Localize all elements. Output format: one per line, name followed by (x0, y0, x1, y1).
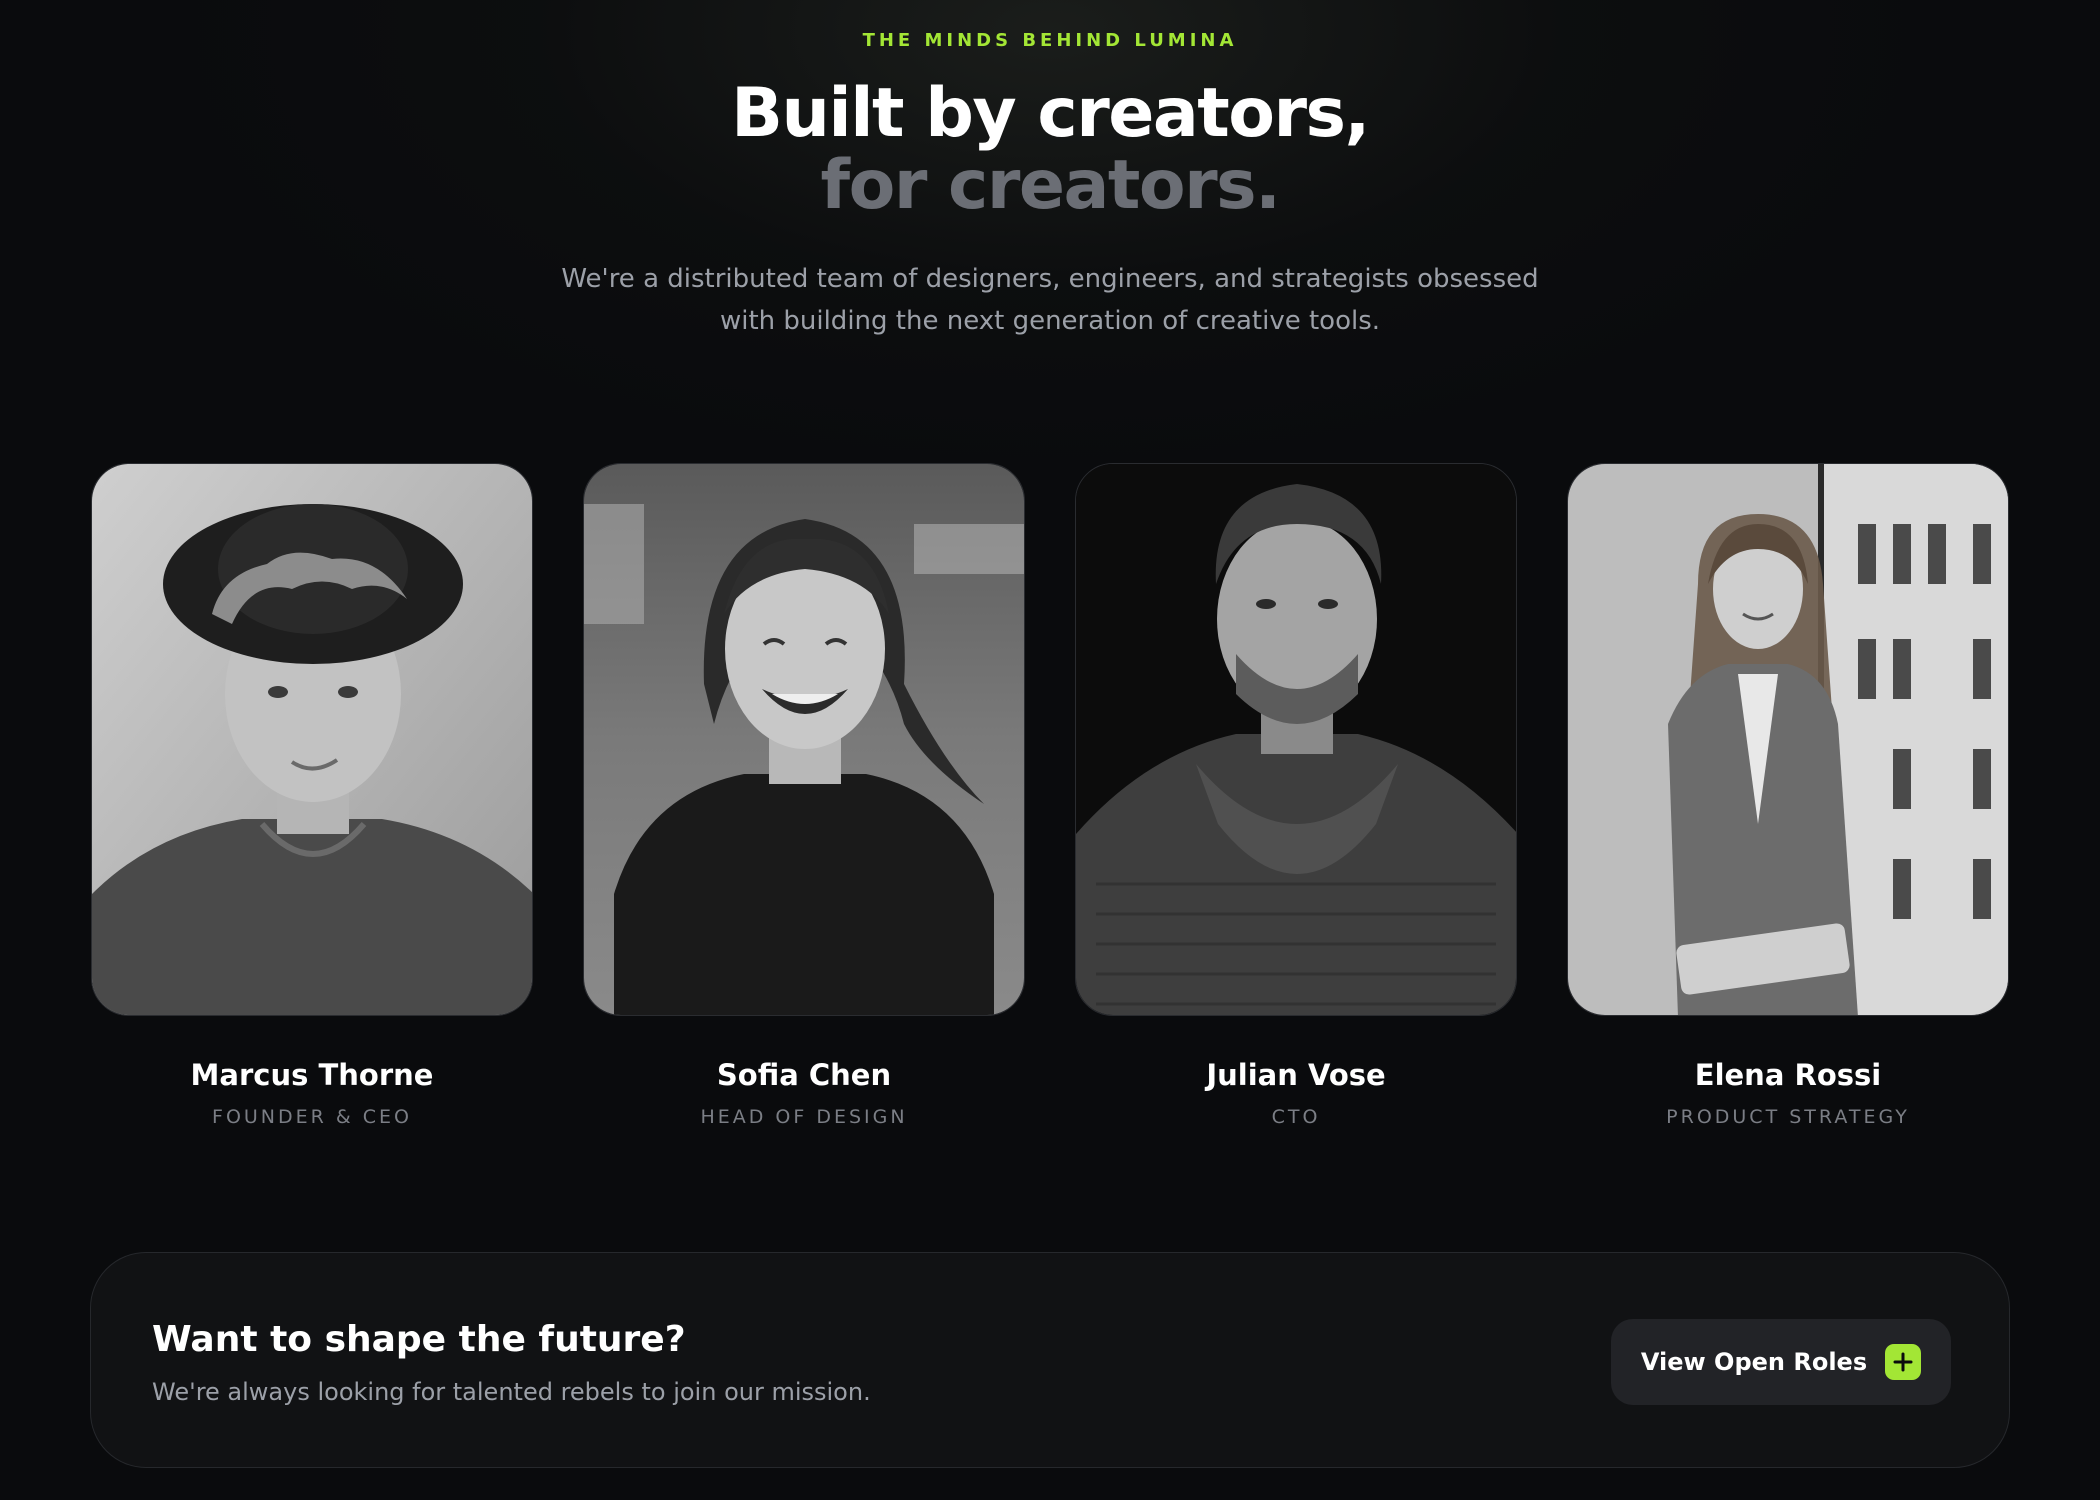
cta-title: Want to shape the future? (152, 1319, 686, 1360)
member-role: FOUNDER & CEO (212, 1106, 412, 1128)
member-name: Marcus Thorne (190, 1058, 434, 1092)
careers-cta-banner: Want to shape the future? We're always l… (90, 1252, 2010, 1468)
headline-line-2: for creators. (820, 146, 1281, 225)
member-role: CTO (1271, 1106, 1321, 1128)
team-card-sofia-chen: Sofia Chen HEAD OF DESIGN (583, 463, 1025, 1128)
member-name: Sofia Chen (716, 1058, 892, 1092)
eyebrow-label: THE MINDS BEHIND LUMINA (862, 30, 1238, 51)
portrait-photo (583, 463, 1025, 1016)
portrait-photo (1075, 463, 1517, 1016)
member-role: PRODUCT STRATEGY (1666, 1106, 1910, 1128)
portrait-photo (1567, 463, 2009, 1016)
background-glow (150, 0, 1950, 480)
view-open-roles-label: View Open Roles (1640, 1348, 1868, 1376)
cta-subtitle: We're always looking for talented rebels… (152, 1378, 871, 1406)
page-title: Built by creators, for creators. (0, 78, 2100, 222)
hero-subtitle: We're a distributed team of designers, e… (561, 264, 1539, 336)
plus-icon (1885, 1344, 1922, 1380)
member-name: Julian Vose (1206, 1058, 1386, 1092)
member-name: Elena Rossi (1694, 1058, 1882, 1092)
team-card-marcus-thorne: Marcus Thorne FOUNDER & CEO (91, 463, 533, 1128)
view-open-roles-button[interactable]: View Open Roles (1611, 1319, 1951, 1405)
headline-line-1: Built by creators, (731, 74, 1370, 153)
portrait-photo (91, 463, 533, 1016)
team-card-julian-vose: Julian Vose CTO (1075, 463, 1517, 1128)
member-role: HEAD OF DESIGN (700, 1106, 908, 1128)
team-card-elena-rossi: Elena Rossi PRODUCT STRATEGY (1567, 463, 2009, 1128)
